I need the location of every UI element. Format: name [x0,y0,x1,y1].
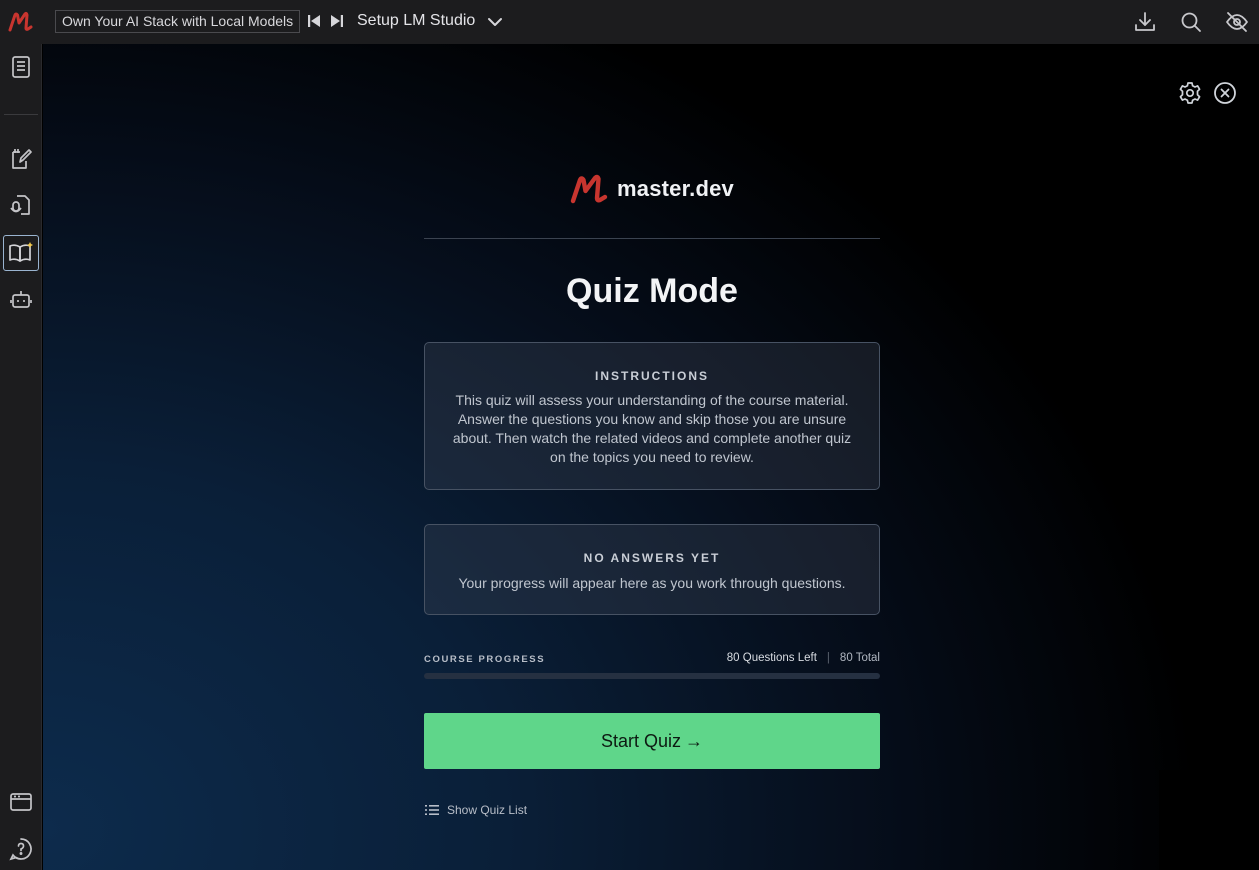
list-icon [425,805,439,815]
no-answers-card: NO ANSWERS YET Your progress will appear… [424,524,880,615]
skip-previous-icon[interactable] [305,12,323,30]
lesson-title[interactable]: Setup LM Studio [357,12,475,30]
brand-logo-icon[interactable] [8,9,34,35]
master-dev-logo-icon [570,174,608,204]
close-icon[interactable] [1213,81,1237,105]
master-dev-logo: master.dev [569,173,734,205]
sidebar [0,44,42,870]
search-icon[interactable] [1179,10,1203,34]
help-icon[interactable] [8,836,34,862]
logo-text: master.dev [617,176,734,201]
download-icon[interactable] [1133,10,1157,34]
notes-icon[interactable] [8,54,34,80]
bot-icon[interactable] [8,286,34,312]
start-quiz-label: Start Quiz [600,730,682,751]
show-quiz-list-label: Show Quiz List [447,803,528,817]
show-quiz-list-link[interactable]: Show Quiz List [425,803,527,817]
progress-separator: | [826,652,830,664]
start-quiz-button[interactable]: Start Quiz → [424,713,880,769]
edit-notes-icon[interactable] [8,146,34,172]
sidebar-divider [4,114,38,115]
mic-transcript-icon[interactable] [8,192,34,218]
eye-off-icon[interactable] [1225,10,1249,34]
course-progress-label: COURSE PROGRESS [424,654,546,665]
questions-left: 80 Questions Left [726,652,817,664]
browser-window-icon[interactable] [8,789,34,815]
video-corner [1159,770,1259,870]
instructions-heading: INSTRUCTIONS [595,369,709,383]
instructions-text: This quiz will assess your understanding… [452,392,852,465]
page-title: Quiz Mode [566,272,738,310]
progress-bar [424,673,880,679]
top-bar: Own Your AI Stack with Local Models Setu… [0,0,1259,44]
questions-total: 80 Total [839,652,880,664]
progress-counts: 80 Questions Left | 80 Total [727,652,880,664]
quiz-panel: master.dev Quiz Mode INSTRUCTIONS This q… [43,44,1259,870]
skip-next-icon[interactable] [328,12,346,30]
divider [424,238,880,239]
no-answers-heading: NO ANSWERS YET [583,551,721,565]
instructions-card: INSTRUCTIONS This quiz will assess your … [424,342,880,490]
no-answers-text: Your progress will appear here as you wo… [458,575,846,591]
gear-icon[interactable] [1178,81,1202,105]
chevron-down-icon[interactable] [485,12,505,32]
quiz-book-icon[interactable] [8,240,34,266]
arrow-right-icon: → [685,730,704,751]
course-title[interactable]: Own Your AI Stack with Local Models [55,10,301,33]
